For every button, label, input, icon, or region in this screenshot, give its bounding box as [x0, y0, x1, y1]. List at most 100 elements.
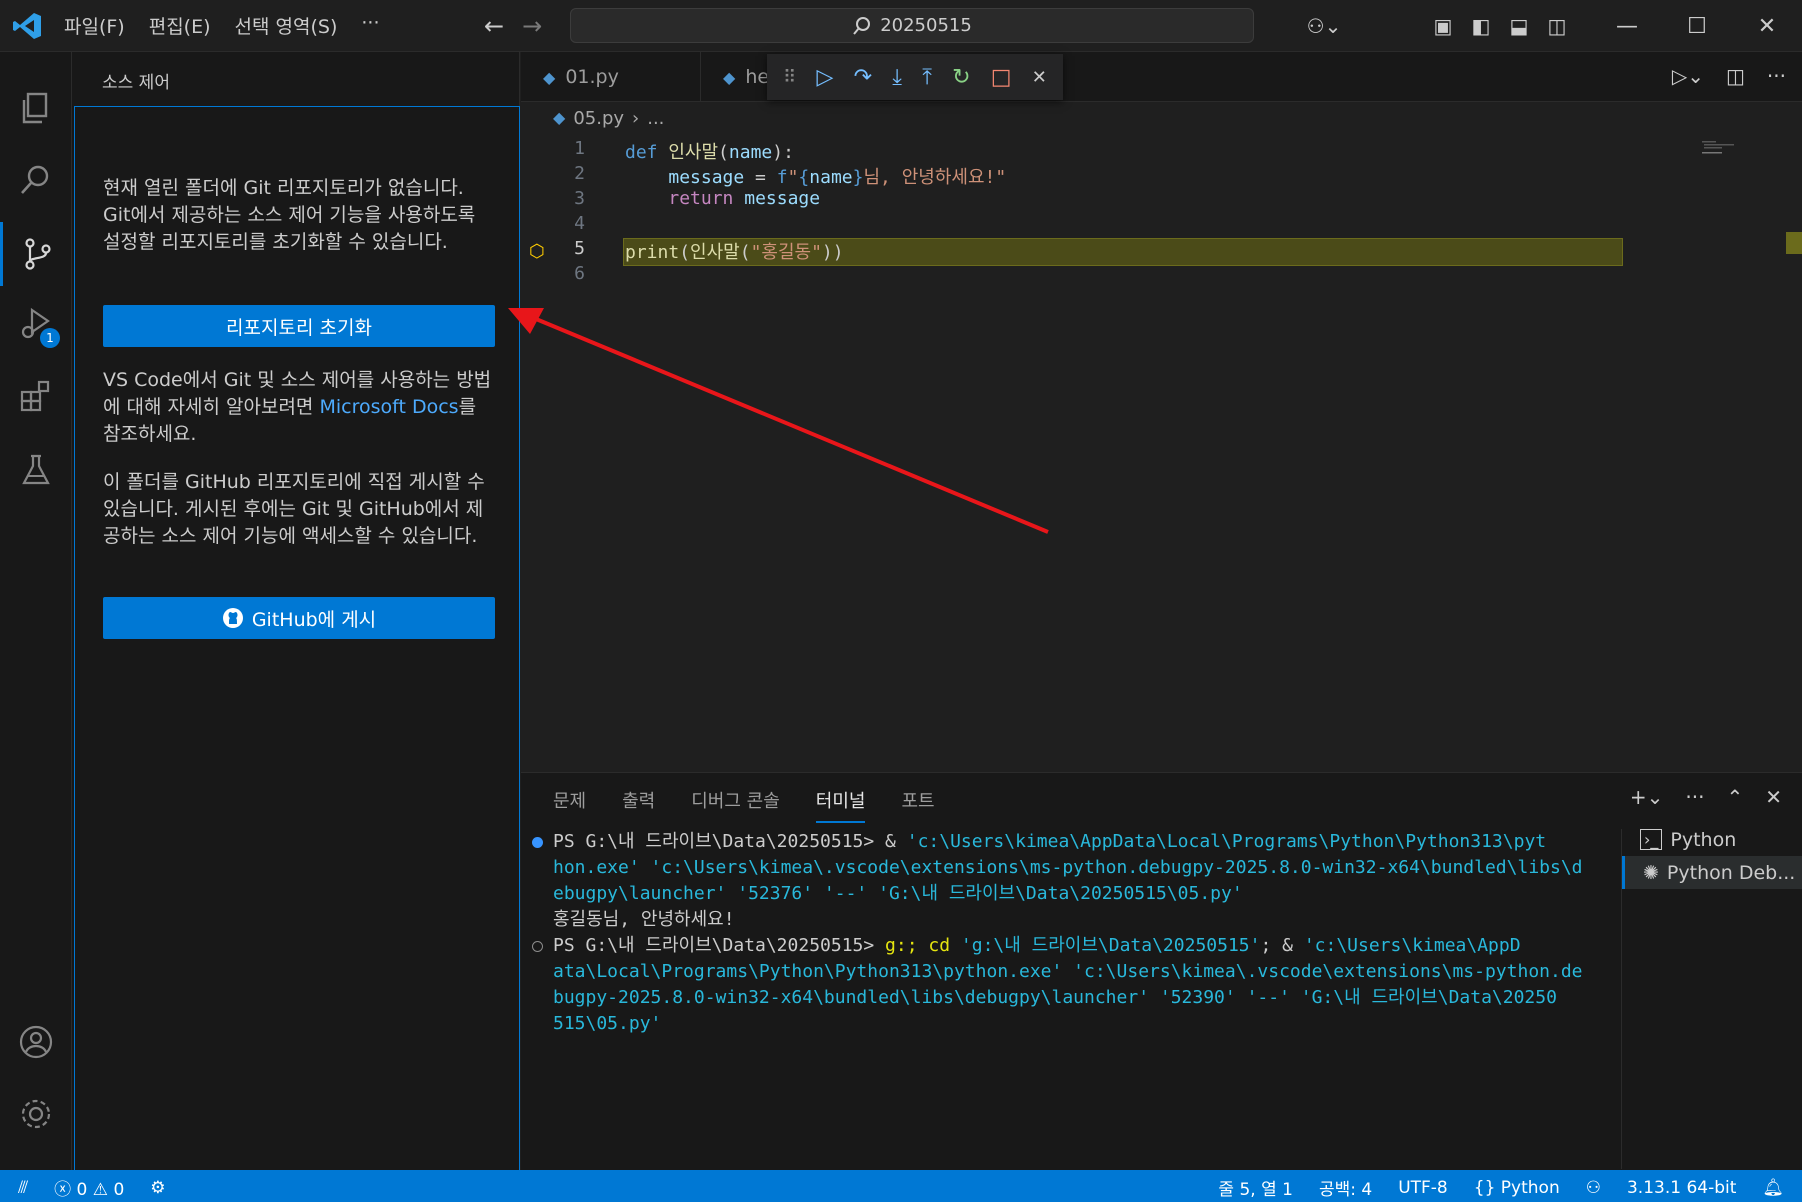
python-interpreter[interactable]: 3.13.1 64-bit [1627, 1178, 1736, 1198]
error-count: 0 [76, 1180, 88, 1200]
accounts-activity[interactable] [0, 1010, 72, 1074]
terminal-path: 'c:\Users\kimea\AppD [1303, 935, 1521, 956]
line-number: 1 [574, 138, 585, 159]
navigation-arrows: ← → [484, 12, 542, 40]
terminal-line: 515\05.py' [553, 1013, 662, 1034]
toggle-primary-sidebar-icon[interactable]: ◧ [1462, 14, 1500, 38]
forward-arrow-icon[interactable]: → [522, 12, 542, 40]
search-text: 20250515 [880, 15, 972, 36]
tab-problems[interactable]: 문제 [553, 787, 586, 823]
terminal-output[interactable]: PS G:\내 드라이브\Data\20250515> & 'c:\Users\… [532, 829, 1613, 1037]
manage-activity[interactable] [0, 1082, 72, 1146]
tab-01py[interactable]: ◆ 01.py [521, 52, 701, 102]
breadcrumb-symbol[interactable]: ... [647, 108, 664, 129]
tab-label: 01.py [565, 66, 619, 88]
account-icon [19, 1025, 53, 1059]
step-into-icon[interactable]: ⤓ [892, 65, 902, 90]
copilot-status-icon[interactable]: ⚇ [1586, 1178, 1601, 1198]
amp: ; & [1260, 935, 1304, 956]
step-over-icon[interactable]: ↷ [854, 65, 872, 90]
cursor-position[interactable]: 줄 5, 열 1 [1218, 1175, 1293, 1200]
code-line: 4 [521, 213, 1802, 241]
drag-handle-icon[interactable]: ⠿ [783, 67, 796, 88]
status-left: ⫻ ⓧ 0 ⚠ 0 ⚙ [18, 1175, 166, 1201]
more-actions-icon[interactable]: ··· [1767, 64, 1786, 88]
minimize-button[interactable]: — [1592, 14, 1662, 39]
prompt: PS G:\내 드라이브\Data\20250515> [553, 831, 875, 852]
customize-layout-icon[interactable]: ▣ [1424, 14, 1462, 38]
encoding[interactable]: UTF-8 [1398, 1178, 1448, 1198]
explorer-activity[interactable] [0, 76, 72, 140]
remote-icon[interactable]: ⫻ [18, 1178, 28, 1198]
menu-selection[interactable]: 선택 영역(S) [235, 12, 338, 39]
command-success-dot[interactable] [532, 837, 543, 848]
menu-file[interactable]: 파일(F) [64, 12, 125, 39]
sidebar-title: 소스 제어 [102, 73, 170, 93]
line-number: 5 [574, 238, 585, 259]
amp: & [874, 831, 907, 852]
split-editor-icon[interactable]: ◫ [1726, 64, 1745, 88]
initialize-repository-button[interactable]: 리포지토리 초기화 [103, 305, 495, 347]
close-debug-icon[interactable]: ✕ [1032, 67, 1047, 88]
tab-label: he [745, 66, 770, 88]
search-icon [853, 16, 871, 35]
panel-tabs: 문제 출력 디버그 콘솔 터미널 포트 [553, 787, 935, 823]
indentation[interactable]: 공백: 4 [1319, 1175, 1372, 1200]
menu-edit[interactable]: 편집(E) [149, 12, 211, 39]
status-right: 줄 5, 열 1 공백: 4 UTF-8 {} Python ⚇ 3.13.1 … [1218, 1175, 1784, 1201]
source-control-activity[interactable] [0, 222, 72, 286]
extensions-activity[interactable] [0, 364, 72, 428]
status-bar: ⫻ ⓧ 0 ⚠ 0 ⚙ 줄 5, 열 1 공백: 4 UTF-8 {} Pyth… [0, 1170, 1802, 1202]
run-debug-activity[interactable]: 1 [0, 292, 72, 356]
continue-icon[interactable]: ▷ [816, 65, 833, 90]
python-file-icon: ◆ [723, 67, 736, 87]
step-out-icon[interactable]: ⤒ [922, 65, 932, 90]
terminal-item-python[interactable]: ›_ Python [1622, 823, 1802, 856]
run-python-icon[interactable]: ▷⌄ [1672, 64, 1704, 88]
minimap[interactable] [1702, 140, 1742, 154]
restart-icon[interactable]: ↻ [952, 65, 970, 90]
command-running-dot[interactable] [532, 941, 543, 952]
language-mode[interactable]: {} Python [1474, 1178, 1560, 1198]
tab-debug-console[interactable]: 디버그 콘솔 [691, 787, 780, 823]
publish-to-github-button[interactable]: GitHub에 게시 [103, 597, 495, 639]
notifications-bell-icon[interactable]: 🔔︎ [1762, 1178, 1784, 1198]
warning-count: 0 [113, 1180, 125, 1200]
debug-toolbar: ⠿ ▷ ↷ ⤓ ⤒ ↻ □ ✕ [767, 54, 1063, 100]
tab-ports[interactable]: 포트 [901, 787, 934, 823]
tab-output[interactable]: 출력 [622, 787, 655, 823]
command-center-search[interactable]: 20250515 [570, 8, 1254, 43]
github-icon [222, 608, 243, 628]
source-control-icon [24, 238, 51, 270]
code-line: 6 [521, 263, 1802, 291]
testing-activity[interactable] [0, 438, 72, 502]
back-arrow-icon[interactable]: ← [484, 12, 504, 40]
code-line-current: ⬡ 5 print(인사말("홍길동")) [521, 238, 1802, 266]
close-window-button[interactable]: ✕ [1732, 14, 1802, 39]
more-actions-icon[interactable]: ··· [1685, 785, 1704, 809]
source-control-welcome: 현재 열린 폴더에 Git 리포지토리가 없습니다. Git에서 제공하는 소스… [74, 106, 520, 1172]
editor-tabs: ◆ 01.py ◆ he ⠿ ▷ ↷ ⤓ ⤒ ↻ □ ✕ ▷⌄ ◫ ··· [521, 52, 1802, 102]
problems-status[interactable]: ⓧ 0 ⚠ 0 [54, 1175, 124, 1200]
close-panel-icon[interactable]: ✕ [1765, 785, 1782, 809]
annotation-arrow [508, 308, 1049, 534]
stop-icon[interactable]: □ [991, 65, 1012, 90]
tab-terminal[interactable]: 터미널 [815, 787, 866, 823]
breadcrumb-file[interactable]: 05.py [573, 108, 624, 129]
toggle-secondary-sidebar-icon[interactable]: ◫ [1538, 14, 1576, 38]
maximize-panel-icon[interactable]: ⌃ [1726, 785, 1743, 809]
bottom-panel: 문제 출력 디버그 콘솔 터미널 포트 +⌄ ··· ⌃ ✕ PS G:\내 드… [521, 772, 1802, 1170]
debug-status-icon[interactable]: ⚙ [150, 1178, 165, 1198]
line-number: 3 [574, 188, 585, 209]
new-terminal-icon[interactable]: +⌄ [1630, 785, 1664, 809]
toggle-panel-icon[interactable]: ⬓ [1500, 14, 1538, 38]
terminal-item-python-debug[interactable]: ✺ Python Deb... [1622, 856, 1802, 889]
menu-more[interactable]: ··· [361, 12, 379, 39]
scrollbar-marker[interactable] [1786, 232, 1802, 254]
microsoft-docs-link[interactable]: Microsoft Docs [319, 396, 458, 418]
code-text: return message [668, 188, 821, 209]
maximize-button[interactable]: ☐ [1662, 14, 1732, 39]
copilot-icon[interactable]: ⚇⌄ [1294, 14, 1354, 38]
terminal-path: 'g:\내 드라이브\Data\20250515' [960, 935, 1261, 956]
search-activity[interactable] [0, 148, 72, 212]
